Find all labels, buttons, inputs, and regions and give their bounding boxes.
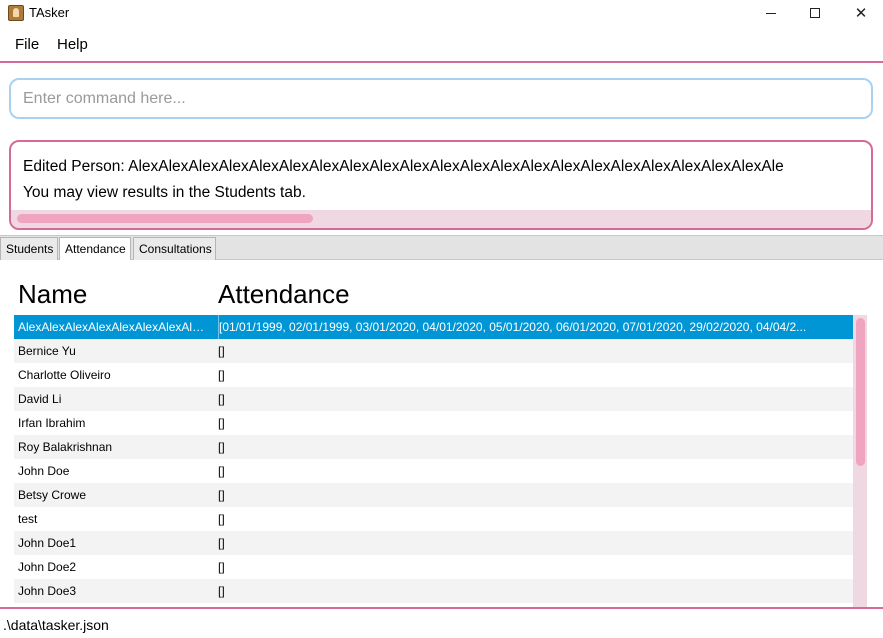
cell-name: John Doe3 xyxy=(18,584,77,598)
table-rows: AlexAlexAlexAlexAlexAlexAlexAlex... [01/0… xyxy=(14,315,853,603)
cell-name: John Doe xyxy=(18,464,70,478)
tab-bar: Students Attendance Consultations xyxy=(0,235,883,261)
cell-name: Irfan Ibrahim xyxy=(18,416,86,430)
status-file-path: .\data\tasker.json xyxy=(3,617,109,633)
app-icon xyxy=(8,5,24,21)
table-row[interactable]: AlexAlexAlexAlexAlexAlexAlexAlex... [01/0… xyxy=(14,315,853,339)
table-row[interactable]: John Doe2 [] xyxy=(14,555,853,579)
window-title: TAsker xyxy=(29,5,70,20)
cell-attendance: [] xyxy=(218,416,225,430)
menu-divider xyxy=(0,61,883,63)
result-horizontal-scrollbar[interactable] xyxy=(11,210,871,228)
tab-students[interactable]: Students xyxy=(0,237,58,261)
cell-name: Charlotte Oliveiro xyxy=(18,368,111,382)
cell-name: Bernice Yu xyxy=(18,344,76,358)
cell-attendance: [] xyxy=(218,344,225,358)
cell-attendance: [] xyxy=(218,464,225,478)
cell-attendance: [] xyxy=(218,392,225,406)
attendance-table: Name Attendance AlexAlexAlexAlexAlexAlex… xyxy=(0,260,883,607)
table-row[interactable]: John Doe [] xyxy=(14,459,853,483)
result-display: Edited Person: AlexAlexAlexAlexAlexAlexA… xyxy=(9,140,873,230)
cell-name: John Doe2 xyxy=(18,560,77,574)
menu-help[interactable]: Help xyxy=(57,36,88,53)
menu-bar: File Help xyxy=(0,32,883,58)
table-row[interactable]: Betsy Crowe [] xyxy=(14,483,853,507)
cell-name: test xyxy=(18,512,38,526)
status-divider xyxy=(0,607,883,609)
maximize-icon xyxy=(810,8,820,18)
cell-attendance: [] xyxy=(218,560,225,574)
cell-name: David Li xyxy=(18,392,62,406)
table-scrollbar-thumb[interactable] xyxy=(856,318,865,466)
table-row[interactable]: Charlotte Oliveiro [] xyxy=(14,363,853,387)
result-line-2: You may view results in the Students tab… xyxy=(23,184,306,201)
cell-attendance: [] xyxy=(218,440,225,454)
cell-name: Betsy Crowe xyxy=(18,488,87,502)
cell-attendance: [] xyxy=(218,488,225,502)
close-button[interactable]: ✕ xyxy=(838,0,883,26)
tab-consultations[interactable]: Consultations xyxy=(133,237,216,261)
minimize-icon xyxy=(766,12,776,14)
command-box xyxy=(9,78,873,119)
cell-attendance: [01/01/1999, 02/01/1999, 03/01/2020, 04/… xyxy=(218,315,814,339)
table-row[interactable]: Bernice Yu [] xyxy=(14,339,853,363)
cell-name: Roy Balakrishnan xyxy=(18,440,113,454)
close-icon: ✕ xyxy=(854,5,868,22)
table-row[interactable]: John Doe3 [] xyxy=(14,579,853,603)
cell-name: John Doe1 xyxy=(18,536,77,550)
table-row[interactable]: John Doe1 [] xyxy=(14,531,853,555)
cell-attendance: [] xyxy=(218,368,225,382)
table-row[interactable]: Irfan Ibrahim [] xyxy=(14,411,853,435)
result-scrollbar-thumb[interactable] xyxy=(17,214,313,223)
column-header-attendance[interactable]: Attendance xyxy=(218,279,350,310)
cell-attendance: [] xyxy=(218,536,225,550)
title-bar: TAsker ✕ xyxy=(0,0,883,26)
cell-attendance: [] xyxy=(218,584,225,598)
result-line-1: Edited Person: AlexAlexAlexAlexAlexAlexA… xyxy=(23,158,784,175)
minimize-button[interactable] xyxy=(748,0,794,26)
result-text: Edited Person: AlexAlexAlexAlexAlexAlexA… xyxy=(23,154,869,206)
menu-file[interactable]: File xyxy=(15,36,39,53)
table-vertical-scrollbar[interactable] xyxy=(853,315,867,607)
table-row[interactable]: David Li [] xyxy=(14,387,853,411)
maximize-button[interactable] xyxy=(792,0,838,26)
command-input[interactable] xyxy=(11,80,871,117)
cell-name: AlexAlexAlexAlexAlexAlexAlexAlex... xyxy=(18,320,210,334)
tab-attendance[interactable]: Attendance xyxy=(59,237,131,261)
cell-attendance: [] xyxy=(218,512,225,526)
table-row[interactable]: Roy Balakrishnan [] xyxy=(14,435,853,459)
table-row[interactable]: test [] xyxy=(14,507,853,531)
column-header-name[interactable]: Name xyxy=(18,279,87,310)
